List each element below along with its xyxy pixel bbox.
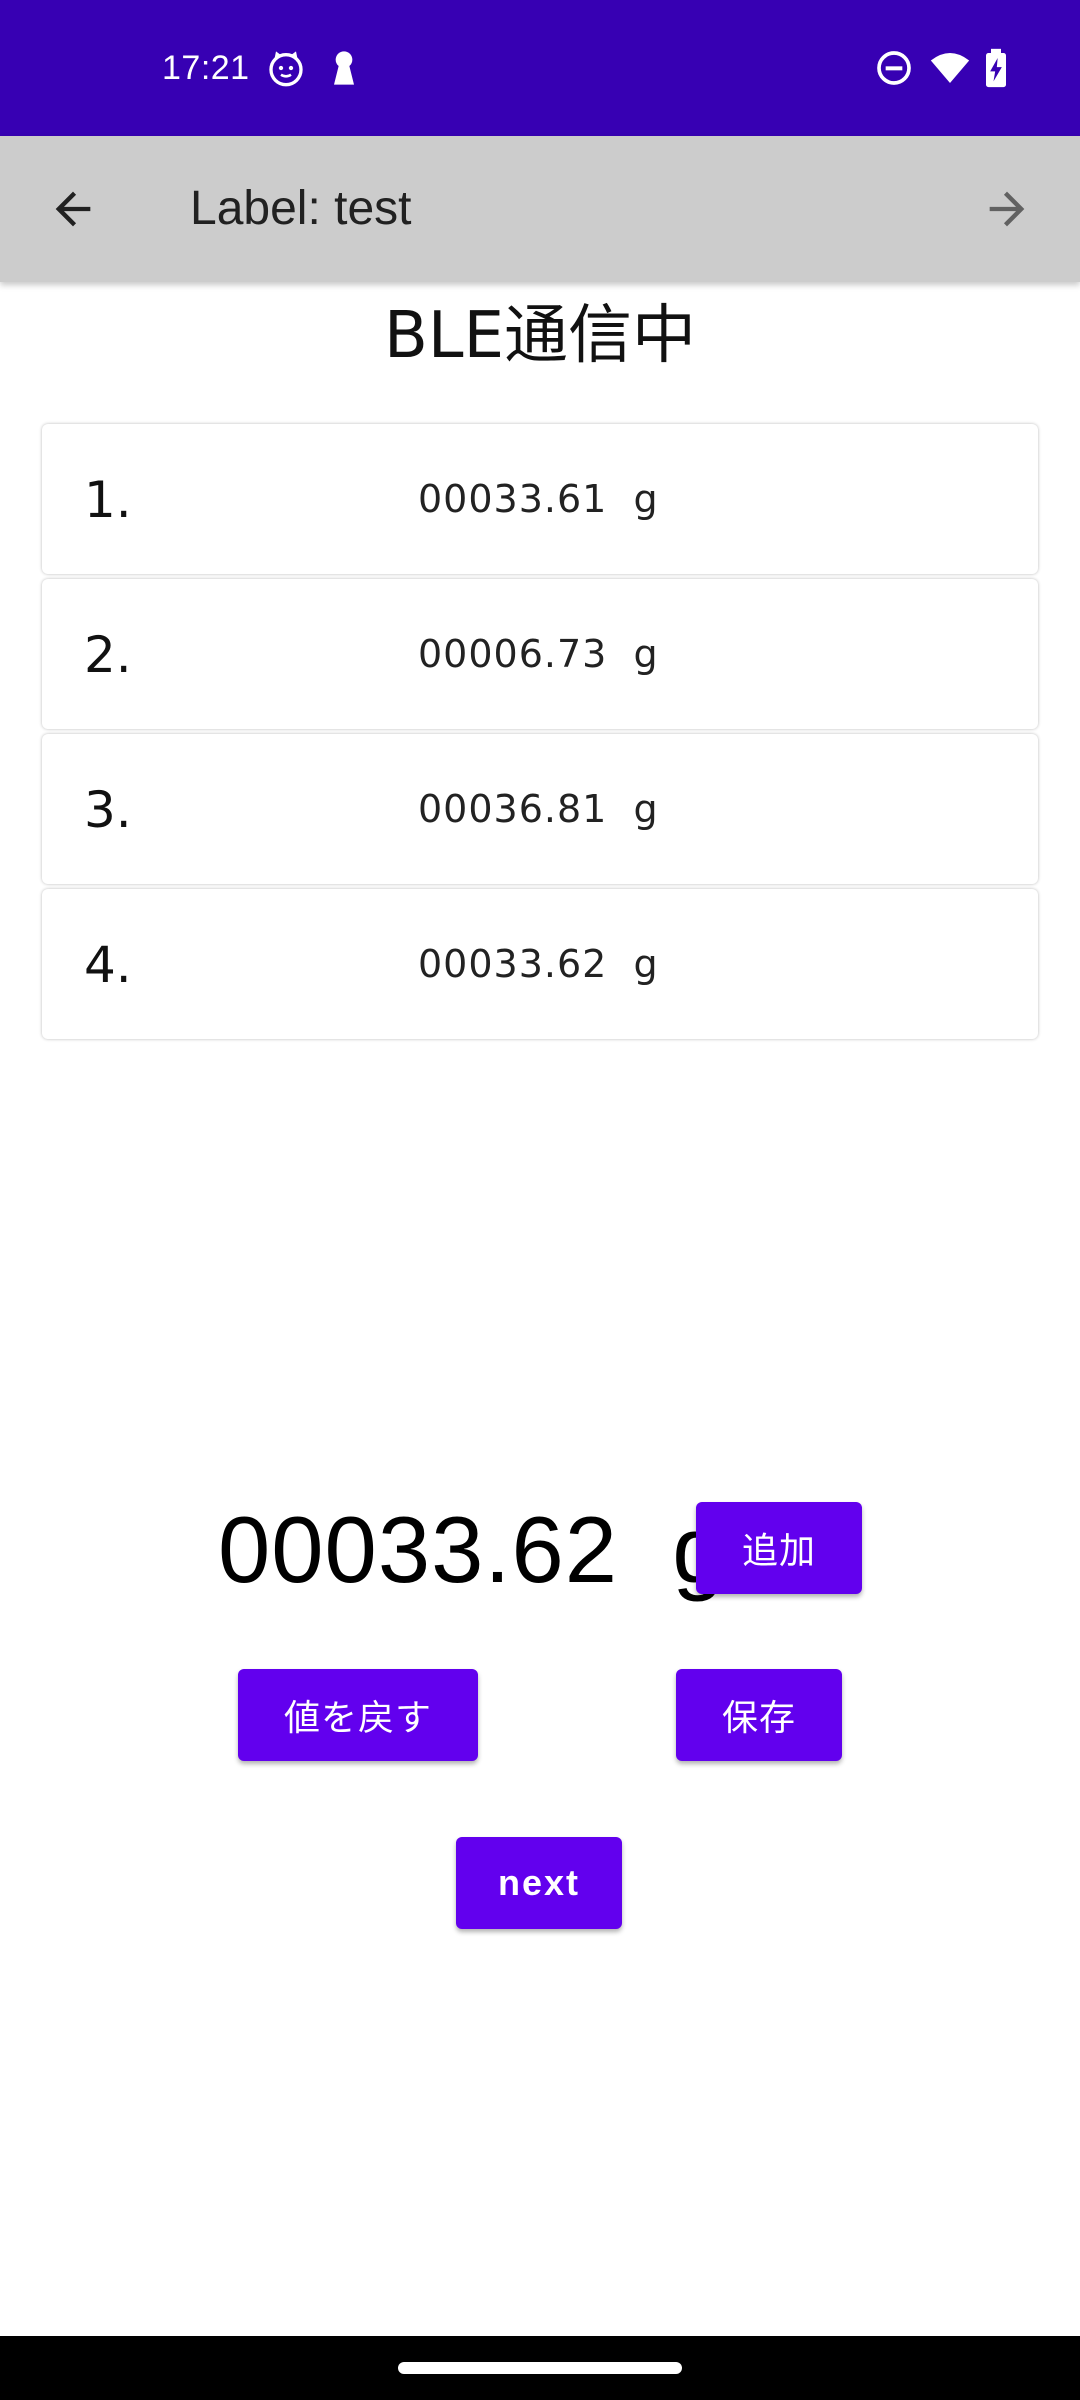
list-item[interactable]: 4. 00033.62 g [42,889,1038,1039]
reading-list: 1. 00033.61 g 2. 00006.73 g 3. 00036.81 … [42,424,1038,1044]
next-button[interactable]: next [456,1837,622,1929]
current-value: 00033.62 g [218,1497,726,1602]
reading-value: 00006.73 g [418,632,659,676]
app-title: Label: test [190,182,412,235]
undo-button[interactable]: 値を戻す [238,1669,478,1761]
reading-index: 4. [84,936,132,994]
screen: 17:21 Label: test BLE通信中 1. 00033.61 g 2… [0,0,1080,2400]
arrow-left-icon [55,191,91,227]
back-button[interactable] [36,172,110,246]
status-time: 17:21 [162,49,250,87]
page-heading: BLE通信中 [384,299,696,373]
reading-index: 1. [84,471,132,529]
status-bar: 17:21 [0,0,1080,136]
app-bar: Label: test [0,136,1080,282]
reading-value: 00033.61 g [418,477,659,521]
reading-value: 00033.62 g [418,942,659,986]
cat-face-icon [266,48,306,88]
add-button[interactable]: 追加 [696,1502,862,1594]
reading-index: 2. [84,626,132,684]
list-item[interactable]: 1. 00033.61 g [42,424,1038,574]
reading-index: 3. [84,781,132,839]
home-handle[interactable] [398,2362,682,2374]
navigation-bar [0,2336,1080,2400]
reading-value: 00036.81 g [418,787,659,831]
arrow-right-icon [989,191,1025,227]
keyhole-icon [324,48,364,88]
wifi-icon [928,48,972,88]
list-item[interactable]: 3. 00036.81 g [42,734,1038,884]
battery-charging-icon [982,48,1010,88]
save-button[interactable]: 保存 [676,1669,842,1761]
do-not-disturb-icon [874,48,914,88]
forward-button[interactable] [970,172,1044,246]
list-item[interactable]: 2. 00006.73 g [42,579,1038,729]
